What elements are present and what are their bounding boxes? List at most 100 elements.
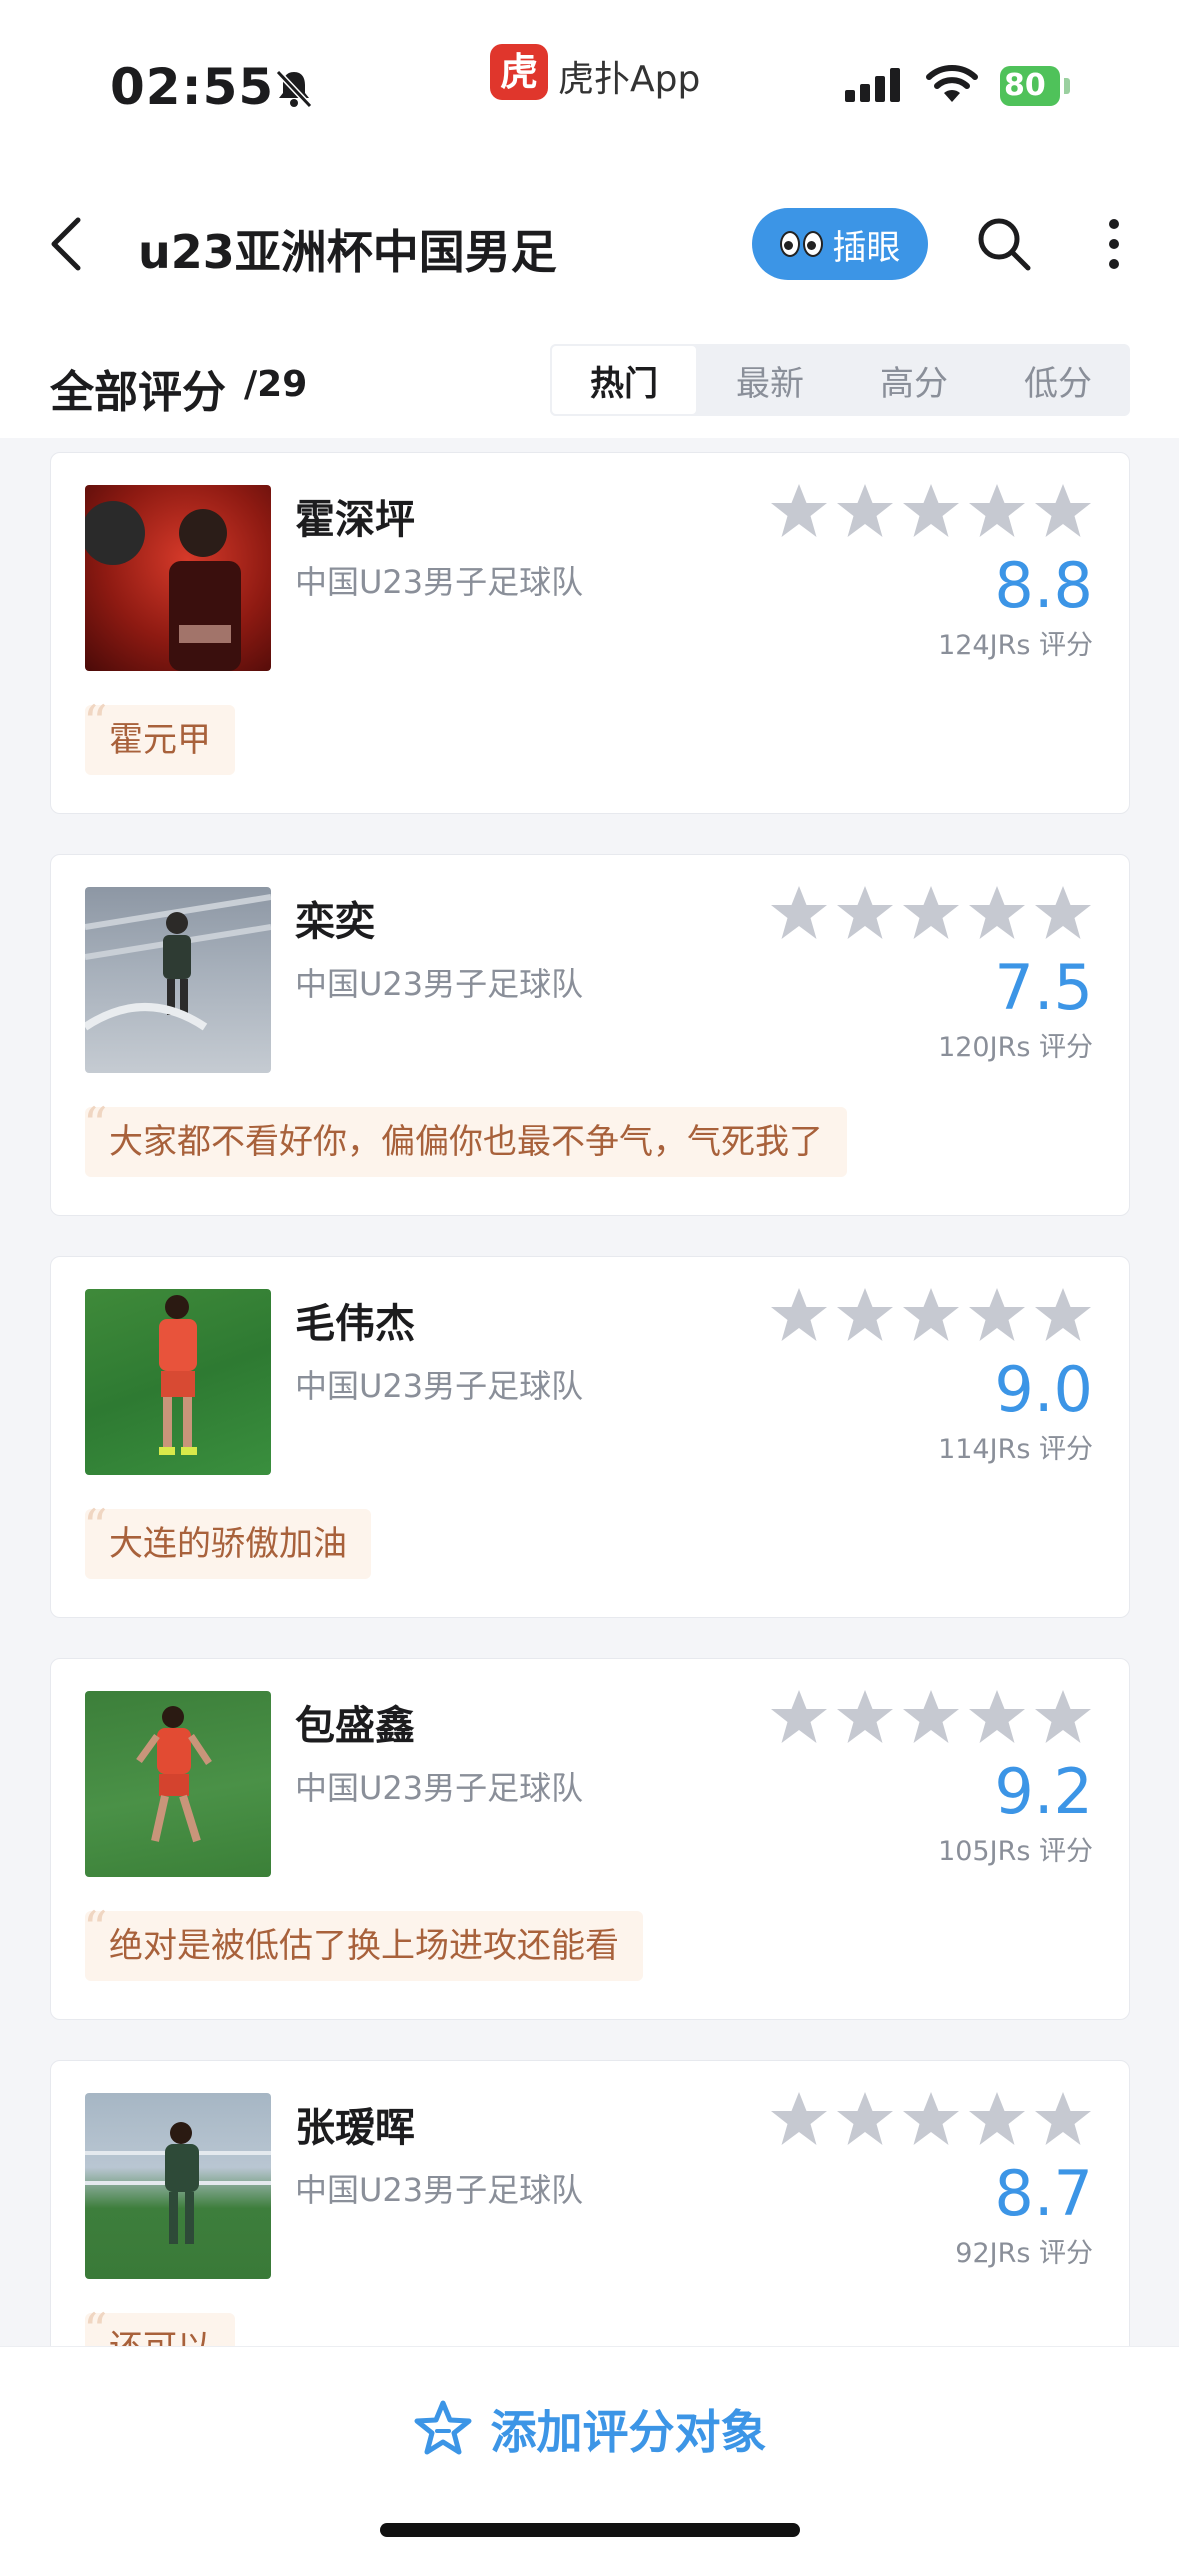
player-team: 中国U23男子足球队 bbox=[295, 1367, 584, 1405]
quote-icon: “ bbox=[83, 695, 108, 751]
star-icon[interactable] bbox=[769, 481, 829, 541]
top-comment[interactable]: “ 绝对是被低估了换上场进攻还能看 bbox=[83, 1905, 643, 1981]
star-icon[interactable] bbox=[835, 2089, 895, 2149]
player-score: 9.2 bbox=[994, 1755, 1093, 1828]
tab-hot[interactable]: 热门 bbox=[550, 344, 698, 416]
add-rating-target-button[interactable]: 添加评分对象 bbox=[0, 2389, 1179, 2469]
star-icon[interactable] bbox=[769, 883, 829, 943]
player-score: 9.0 bbox=[994, 1353, 1093, 1426]
bookmark-label: 插眼 bbox=[832, 227, 901, 268]
star-icon[interactable] bbox=[835, 481, 895, 541]
player-card[interactable]: 包盛鑫 中国U23男子足球队 9.2 105JRs 评分 “ 绝对是被低估了换上… bbox=[50, 1658, 1130, 2020]
section-title: 全部评分 bbox=[50, 367, 226, 418]
page-title: u23亚洲杯中国男足 bbox=[138, 225, 557, 279]
status-time: 02:55 bbox=[110, 58, 275, 116]
comment-text: 霍元甲 bbox=[109, 720, 211, 760]
vote-count: 92JRs 评分 bbox=[955, 2238, 1093, 2269]
vote-count: 105JRs 评分 bbox=[938, 1836, 1093, 1867]
quote-icon: “ bbox=[83, 1499, 108, 1555]
tab-latest[interactable]: 最新 bbox=[698, 344, 842, 416]
star-icon[interactable] bbox=[901, 2089, 961, 2149]
star-icon[interactable] bbox=[835, 1285, 895, 1345]
star-add-icon bbox=[414, 2400, 471, 2455]
star-icon[interactable] bbox=[769, 1285, 829, 1345]
star-icon[interactable] bbox=[1033, 1285, 1093, 1345]
battery-level: 80 bbox=[1000, 66, 1060, 106]
star-icon[interactable] bbox=[901, 481, 961, 541]
bookmark-button[interactable]: 插眼 bbox=[752, 208, 928, 280]
player-team: 中国U23男子足球队 bbox=[295, 965, 584, 1003]
player-score: 7.5 bbox=[994, 951, 1093, 1024]
star-icon[interactable] bbox=[1033, 481, 1093, 541]
sort-tabs: 热门 最新 高分 低分 bbox=[550, 344, 1130, 416]
player-name: 毛伟杰 bbox=[295, 1301, 415, 1347]
star-rating[interactable] bbox=[769, 1687, 1093, 1747]
player-team: 中国U23男子足球队 bbox=[295, 2171, 584, 2209]
star-icon[interactable] bbox=[901, 1285, 961, 1345]
player-photo bbox=[85, 1691, 271, 1877]
search-icon[interactable] bbox=[974, 214, 1034, 274]
star-icon[interactable] bbox=[769, 1687, 829, 1747]
vote-count: 120JRs 评分 bbox=[938, 1032, 1093, 1063]
top-comment[interactable]: “ 霍元甲 bbox=[83, 699, 235, 775]
player-photo bbox=[85, 485, 271, 671]
back-to-app-label[interactable]: 虎扑App bbox=[558, 50, 700, 102]
wifi-icon bbox=[926, 65, 978, 102]
star-icon[interactable] bbox=[835, 1687, 895, 1747]
player-name: 包盛鑫 bbox=[295, 1703, 415, 1749]
quote-icon: “ bbox=[83, 1097, 108, 1153]
player-score: 8.8 bbox=[994, 549, 1093, 622]
star-icon[interactable] bbox=[967, 481, 1027, 541]
star-icon[interactable] bbox=[901, 1687, 961, 1747]
star-icon[interactable] bbox=[967, 883, 1027, 943]
player-team: 中国U23男子足球队 bbox=[295, 1769, 584, 1807]
star-icon[interactable] bbox=[967, 2089, 1027, 2149]
star-icon[interactable] bbox=[1033, 1687, 1093, 1747]
player-score: 8.7 bbox=[994, 2157, 1093, 2230]
comment-text: 大家都不看好你，偏偏你也最不争气，气死我了 bbox=[109, 1122, 823, 1162]
star-icon[interactable] bbox=[967, 1687, 1027, 1747]
comment-text: 大连的骄傲加油 bbox=[109, 1524, 347, 1564]
player-team: 中国U23男子足球队 bbox=[295, 563, 584, 601]
home-indicator[interactable] bbox=[380, 2523, 800, 2537]
player-name: 栾奕 bbox=[295, 899, 375, 945]
add-rating-target-label: 添加评分对象 bbox=[490, 2405, 767, 2459]
star-icon[interactable] bbox=[967, 1285, 1027, 1345]
star-icon[interactable] bbox=[835, 883, 895, 943]
player-card[interactable]: 栾奕 中国U23男子足球队 7.5 120JRs 评分 “ 大家都不看好你，偏偏… bbox=[50, 854, 1130, 1216]
player-card[interactable]: 霍深坪 中国U23男子足球队 8.8 124JRs 评分 “ 霍元甲 bbox=[50, 452, 1130, 814]
status-bar: 02:55 虎 虎扑App 80 bbox=[0, 0, 1179, 170]
star-rating[interactable] bbox=[769, 883, 1093, 943]
vote-count: 124JRs 评分 bbox=[938, 630, 1093, 661]
star-rating[interactable] bbox=[769, 481, 1093, 541]
nav-bar: u23亚洲杯中国男足 插眼 bbox=[0, 170, 1179, 320]
player-name: 霍深坪 bbox=[295, 497, 415, 543]
star-icon[interactable] bbox=[1033, 2089, 1093, 2149]
bell-off-icon bbox=[275, 69, 313, 109]
player-photo bbox=[85, 1289, 271, 1475]
comment-text: 绝对是被低估了换上场进攻还能看 bbox=[109, 1926, 619, 1966]
vote-count: 114JRs 评分 bbox=[938, 1434, 1093, 1465]
star-rating[interactable] bbox=[769, 1285, 1093, 1345]
player-name: 张瑷晖 bbox=[295, 2105, 415, 2151]
top-comment[interactable]: “ 大家都不看好你，偏偏你也最不争气，气死我了 bbox=[83, 1101, 847, 1177]
star-icon[interactable] bbox=[1033, 883, 1093, 943]
back-chevron-icon[interactable] bbox=[46, 214, 86, 274]
player-photo bbox=[85, 2093, 271, 2279]
rating-header: 全部评分 /29 热门 最新 高分 低分 bbox=[0, 320, 1179, 438]
more-vertical-icon[interactable] bbox=[1104, 216, 1124, 272]
player-card[interactable]: 毛伟杰 中国U23男子足球队 9.0 114JRs 评分 “ 大连的骄傲加油 bbox=[50, 1256, 1130, 1618]
quote-icon: “ bbox=[83, 1901, 108, 1957]
tab-high-score[interactable]: 高分 bbox=[842, 344, 986, 416]
star-rating[interactable] bbox=[769, 2089, 1093, 2149]
top-comment[interactable]: “ 大连的骄傲加油 bbox=[83, 1503, 371, 1579]
star-icon[interactable] bbox=[901, 883, 961, 943]
battery-tip bbox=[1064, 78, 1070, 94]
cellular-signal-icon bbox=[845, 68, 900, 102]
star-icon[interactable] bbox=[769, 2089, 829, 2149]
tab-low-score[interactable]: 低分 bbox=[986, 344, 1130, 416]
player-photo bbox=[85, 887, 271, 1073]
eyes-icon bbox=[779, 231, 823, 257]
section-count: /29 bbox=[244, 364, 308, 405]
bottom-bar: 添加评分对象 bbox=[0, 2346, 1179, 2556]
